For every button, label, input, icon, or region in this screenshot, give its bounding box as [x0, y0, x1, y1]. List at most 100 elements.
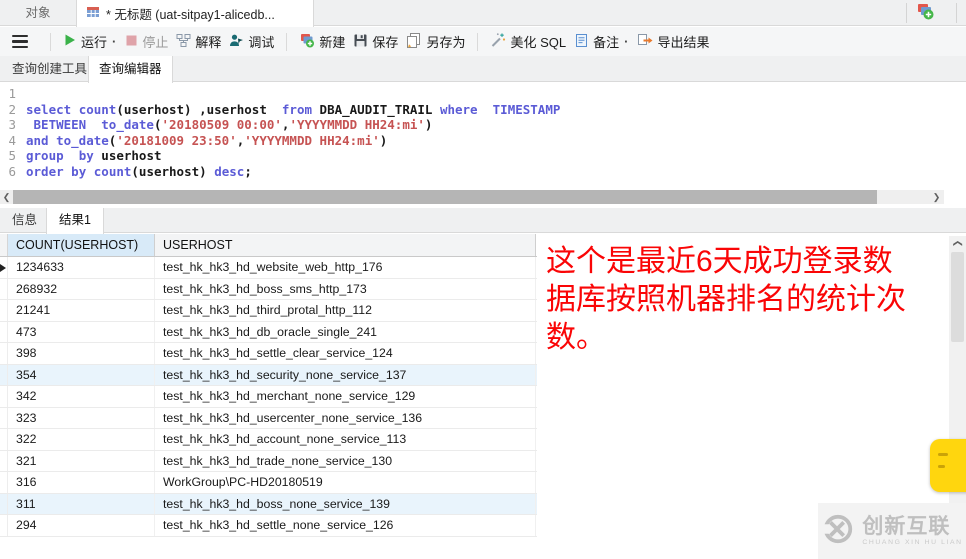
row-gutter[interactable] — [0, 429, 8, 450]
cell-count[interactable]: 294 — [8, 515, 155, 536]
code-line[interactable]: 3 BETWEEN to_date('20180509 00:00','YYYY… — [0, 117, 944, 133]
table-row[interactable]: 321 test_hk_hk3_hd_trade_none_service_130 — [0, 450, 537, 472]
cell-count[interactable]: 21241 — [8, 300, 155, 321]
code-text: and to_date('20181009 23:50','YYYYMMDD H… — [26, 132, 388, 148]
line-number: 4 — [8, 132, 16, 148]
beautify-sql-button[interactable]: 美化 SQL — [486, 30, 570, 53]
cell-userhost[interactable]: test_hk_hk3_hd_website_web_http_176 — [155, 257, 536, 278]
new-query-tab-button[interactable] — [913, 2, 937, 24]
code-line[interactable]: 1 — [0, 86, 944, 102]
table-row[interactable]: 294 test_hk_hk3_hd_settle_none_service_12… — [0, 515, 537, 537]
annotation-line: 据库按照机器排名的统计次 — [546, 283, 906, 316]
explain-button[interactable]: 解释 — [172, 30, 225, 53]
table-row[interactable]: 323 test_hk_hk3_hd_usercenter_none_servic… — [0, 407, 537, 429]
export-result-button[interactable]: 导出结果 — [633, 30, 713, 53]
table-row[interactable]: 1234633 test_hk_hk3_hd_website_web_http_1… — [0, 257, 537, 279]
cell-count[interactable]: 323 — [8, 407, 155, 428]
cell-userhost[interactable]: test_hk_hk3_hd_boss_sms_http_173 — [155, 278, 536, 299]
column-header-count[interactable]: COUNT(USERHOST) — [8, 234, 155, 256]
table-row[interactable]: 21241 test_hk_hk3_hd_third_protal_http_11… — [0, 300, 537, 322]
row-gutter[interactable] — [0, 472, 8, 493]
comment-button[interactable]: 备注 · — [570, 30, 633, 53]
cell-userhost[interactable]: test_hk_hk3_hd_account_none_service_113 — [155, 429, 536, 450]
debug-button[interactable]: 调试 — [225, 30, 278, 53]
tab-objects[interactable]: 对象 — [0, 0, 76, 26]
export-label: 导出结果 — [657, 35, 710, 50]
cell-count[interactable]: 1234633 — [8, 257, 155, 278]
watermark-title: 创新互联 — [862, 514, 951, 538]
table-row[interactable]: 311 test_hk_hk3_hd_boss_none_service_139 — [0, 493, 537, 515]
cell-userhost[interactable]: test_hk_hk3_hd_third_protal_http_112 — [155, 300, 536, 321]
yellow-sticker[interactable] — [930, 439, 966, 492]
code-line[interactable]: 2 select count(userhost) ,userhost from D… — [0, 102, 944, 118]
toolbar-separator — [286, 32, 288, 51]
tab-query-editor[interactable]: 查询编辑器 — [88, 56, 173, 83]
code-line[interactable]: 6 order by count(userhost) desc; — [0, 164, 944, 180]
row-gutter[interactable] — [0, 321, 8, 342]
table-row[interactable]: 354 test_hk_hk3_hd_security_none_service_… — [0, 364, 537, 386]
cell-userhost[interactable]: test_hk_hk3_hd_settle_clear_service_124 — [155, 343, 536, 364]
comment-dropdown[interactable]: · — [624, 34, 628, 49]
tab-query-untitled[interactable]: * 无标题 (uat-sitpay1-alicedb... — [76, 0, 314, 27]
run-dropdown[interactable]: · — [112, 34, 116, 49]
toolbar-separator — [50, 32, 51, 51]
row-gutter[interactable] — [0, 493, 8, 514]
row-gutter[interactable] — [0, 300, 8, 321]
save-icon — [353, 33, 368, 51]
tab-info[interactable]: 信息 — [0, 208, 49, 233]
tab-result1[interactable]: 结果1 — [46, 208, 104, 234]
cell-userhost[interactable]: WorkGroup\PC-HD20180519 — [155, 472, 536, 493]
cell-count[interactable]: 354 — [8, 364, 155, 385]
scroll-up-icon[interactable]: ❯ — [950, 235, 965, 252]
vscroll-thumb[interactable] — [951, 252, 964, 342]
editor-hscrollbar[interactable]: ❮ ❯ — [0, 190, 944, 204]
row-gutter[interactable] — [0, 407, 8, 428]
line-number: 2 — [8, 101, 16, 117]
row-gutter[interactable] — [0, 343, 8, 364]
row-gutter[interactable] — [0, 257, 8, 278]
cell-count[interactable]: 322 — [8, 429, 155, 450]
cell-count[interactable]: 398 — [8, 343, 155, 364]
menu-button[interactable] — [12, 34, 28, 49]
cell-count[interactable]: 342 — [8, 386, 155, 407]
table-row[interactable]: 473 test_hk_hk3_hd_db_oracle_single_241 — [0, 321, 537, 343]
table-row[interactable]: 342 test_hk_hk3_hd_merchant_none_service_… — [0, 386, 537, 408]
row-gutter[interactable] — [0, 450, 8, 471]
code-line[interactable]: 5 group by userhost — [0, 148, 944, 164]
cell-userhost[interactable]: test_hk_hk3_hd_boss_none_service_139 — [155, 493, 536, 514]
hscroll-thumb[interactable] — [13, 190, 877, 204]
sql-editor[interactable]: 1 2 select count(userhost) ,userhost from … — [0, 83, 944, 190]
code-line[interactable]: 4 and to_date('20181009 23:50','YYYYMMDD … — [0, 133, 944, 149]
cell-userhost[interactable]: test_hk_hk3_hd_settle_none_service_126 — [155, 515, 536, 536]
cell-count[interactable]: 311 — [8, 493, 155, 514]
cell-userhost[interactable]: test_hk_hk3_hd_db_oracle_single_241 — [155, 321, 536, 342]
table-row[interactable]: 398 test_hk_hk3_hd_settle_clear_service_1… — [0, 343, 537, 365]
cell-count[interactable]: 321 — [8, 450, 155, 471]
save-as-icon — [406, 32, 422, 51]
scroll-right-icon[interactable]: ❯ — [930, 190, 943, 204]
stop-button[interactable]: 停止 — [121, 30, 172, 53]
table-row[interactable]: 316 WorkGroup\PC-HD20180519 — [0, 472, 537, 494]
scroll-left-icon[interactable]: ❮ — [0, 190, 13, 204]
save-button[interactable]: 保存 — [349, 30, 402, 53]
row-gutter[interactable] — [0, 386, 8, 407]
grid-header-row: COUNT(USERHOST) USERHOST — [0, 234, 537, 257]
cell-count[interactable]: 268932 — [8, 278, 155, 299]
column-header-userhost[interactable]: USERHOST — [155, 234, 536, 256]
row-gutter[interactable] — [0, 278, 8, 299]
table-row[interactable]: 322 test_hk_hk3_hd_account_none_service_1… — [0, 429, 537, 451]
tab-query-builder[interactable]: 查询创建工具 — [2, 56, 97, 82]
cell-userhost[interactable]: test_hk_hk3_hd_merchant_none_service_129 — [155, 386, 536, 407]
run-button[interactable]: 运行 · — [59, 30, 121, 53]
row-gutter[interactable] — [0, 515, 8, 536]
cell-userhost[interactable]: test_hk_hk3_hd_usercenter_none_service_1… — [155, 407, 536, 428]
line-number: 1 — [8, 86, 16, 101]
cell-count[interactable]: 473 — [8, 321, 155, 342]
cell-userhost[interactable]: test_hk_hk3_hd_trade_none_service_130 — [155, 450, 536, 471]
cell-count[interactable]: 316 — [8, 472, 155, 493]
cell-userhost[interactable]: test_hk_hk3_hd_security_none_service_137 — [155, 364, 536, 385]
row-gutter[interactable] — [0, 364, 8, 385]
new-button[interactable]: 新建 — [295, 30, 349, 53]
save-as-button[interactable]: 另存为 — [402, 30, 469, 53]
table-row[interactable]: 268932 test_hk_hk3_hd_boss_sms_http_173 — [0, 278, 537, 300]
